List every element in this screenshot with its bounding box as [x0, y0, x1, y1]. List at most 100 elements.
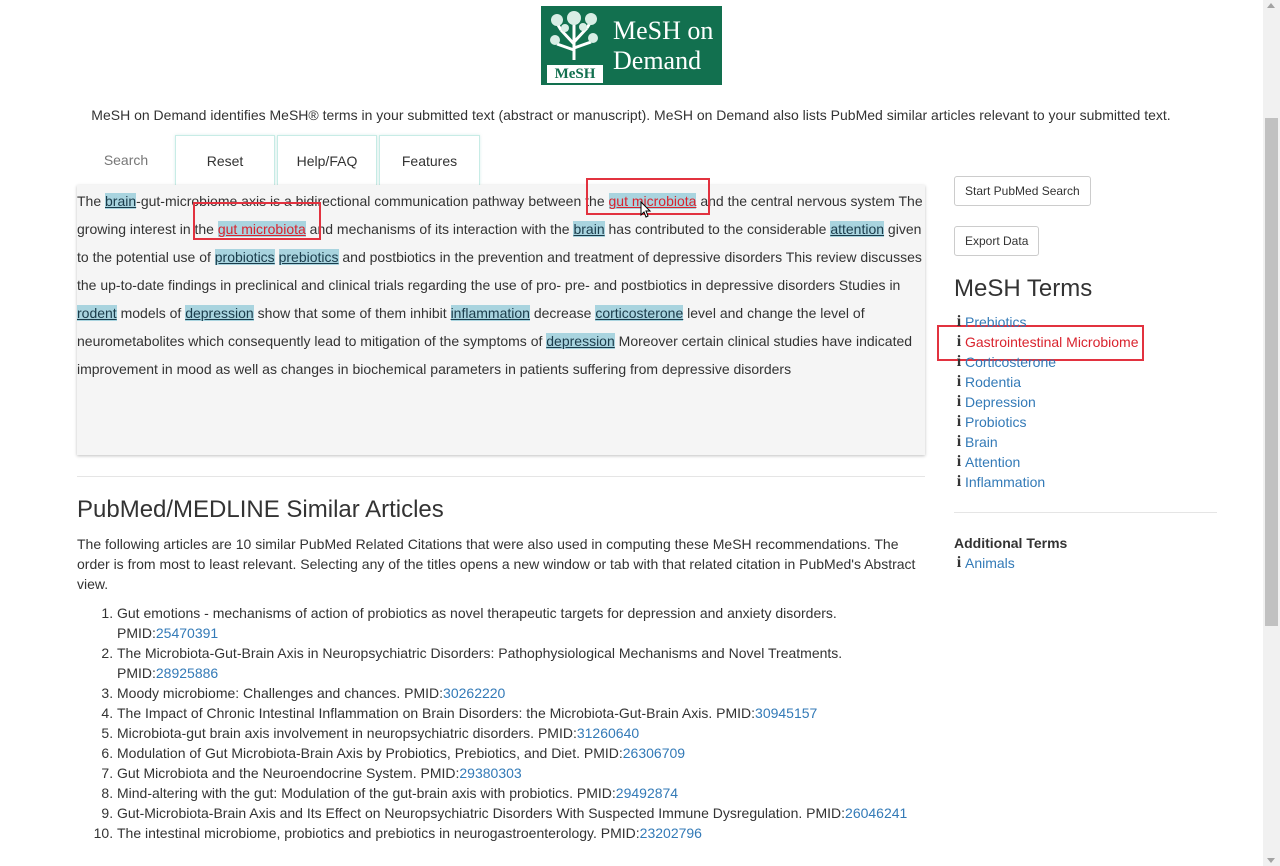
article-title[interactable]: The Microbiota-Gut-Brain Axis in Neurops…: [117, 645, 842, 661]
mesh-term-link[interactable]: Corticosterone: [965, 352, 1056, 372]
text-segment: [275, 249, 279, 265]
annotation-box-gut-microbiota-2: [193, 202, 321, 240]
additional-term-link[interactable]: Animals: [965, 553, 1015, 573]
scroll-down-arrow-icon[interactable]: [1267, 858, 1275, 863]
highlight-term[interactable]: depression: [546, 333, 615, 349]
article-title[interactable]: Gut emotions - mechanisms of action of p…: [117, 605, 837, 621]
article-title[interactable]: Gut-Microbiota-Brain Axis and Its Effect…: [117, 805, 802, 821]
action-tabs: Search Reset Help/FAQ Features: [77, 135, 482, 185]
highlight-term[interactable]: prebiotics: [278, 249, 339, 265]
export-data-button[interactable]: Export Data: [954, 226, 1040, 256]
mesh-term-item: i Brain: [954, 432, 1139, 452]
intro-text: MeSH on Demand identifies MeSH® terms in…: [91, 107, 1171, 123]
pmid-link[interactable]: 31260640: [577, 725, 639, 741]
info-icon[interactable]: i: [954, 332, 964, 352]
article-title[interactable]: Gut Microbiota and the Neuroendocrine Sy…: [117, 765, 417, 781]
highlight-term[interactable]: inflammation: [450, 305, 530, 321]
highlight-term[interactable]: probiotics: [214, 249, 275, 265]
pmid-link[interactable]: 25470391: [156, 625, 218, 641]
mesh-term-item: i Depression: [954, 392, 1139, 412]
pmid-link[interactable]: 28925886: [156, 665, 218, 681]
text-segment: has contributed to the considerable: [604, 221, 831, 237]
text-segment: models of: [116, 305, 186, 321]
article-title[interactable]: The intestinal microbiome, probiotics an…: [117, 825, 597, 841]
pmid-link[interactable]: 29380303: [459, 765, 521, 781]
info-icon[interactable]: i: [954, 412, 964, 432]
pmid-link[interactable]: 26046241: [845, 805, 907, 821]
text-segment: The: [77, 193, 106, 209]
mesh-term-link[interactable]: Attention: [965, 452, 1020, 472]
logo-text: MeSH on Demand: [605, 6, 713, 85]
pmid-link[interactable]: 30945157: [755, 705, 817, 721]
mesh-term-item: i Probiotics: [954, 412, 1139, 432]
text-segment: and mechanisms of its interaction with t…: [305, 221, 574, 237]
info-icon[interactable]: i: [954, 352, 964, 372]
article-title[interactable]: Mind-altering with the gut: Modulation o…: [117, 785, 573, 801]
tab-help-faq[interactable]: Help/FAQ: [277, 135, 377, 185]
mesh-term-link[interactable]: Inflammation: [965, 472, 1045, 492]
page-scrollbar[interactable]: [1263, 0, 1280, 866]
info-icon[interactable]: i: [954, 392, 964, 412]
mesh-term-link-selected[interactable]: Gastrointestinal Microbiome: [965, 332, 1139, 352]
list-item: The Impact of Chronic Intestinal Inflamm…: [117, 703, 917, 723]
list-item: Mind-altering with the gut: Modulation o…: [117, 783, 917, 803]
info-icon[interactable]: i: [954, 372, 964, 392]
mesh-on-demand-logo: MeSH MeSH on Demand: [541, 6, 722, 85]
mesh-term-item: i Rodentia: [954, 372, 1139, 392]
highlight-term[interactable]: brain: [105, 193, 137, 209]
article-title[interactable]: Moody microbiome: Challenges and chances…: [117, 685, 400, 701]
highlight-term[interactable]: brain: [573, 221, 605, 237]
highlight-term[interactable]: corticosterone: [595, 305, 684, 321]
pmid-label: PMID:: [420, 765, 460, 781]
pmid-label: PMID:: [117, 625, 156, 641]
scrollbar-thumb[interactable]: [1265, 118, 1278, 626]
mesh-term-link[interactable]: Depression: [965, 392, 1036, 412]
mesh-term-link[interactable]: Brain: [965, 432, 998, 452]
mouse-cursor-icon: [640, 201, 652, 218]
mesh-term-item: i Attention: [954, 452, 1139, 472]
info-icon[interactable]: i: [954, 432, 964, 452]
tab-features[interactable]: Features: [379, 135, 480, 185]
mesh-terms-title: MeSH Terms: [954, 275, 1093, 302]
tab-reset[interactable]: Reset: [175, 135, 275, 185]
mesh-terms-list: i Prebiotics i Gastrointestinal Microbiome…: [954, 312, 1139, 492]
text-segment: show that some of them inhibit: [253, 305, 451, 321]
highlight-term[interactable]: attention: [830, 221, 885, 237]
divider: [77, 476, 925, 477]
pmid-label: PMID:: [583, 745, 623, 761]
info-icon[interactable]: i: [954, 312, 964, 332]
pmid-label: PMID:: [537, 725, 577, 741]
pmid-label: PMID:: [117, 665, 156, 681]
pmid-link[interactable]: 30262220: [443, 685, 505, 701]
tree-logo-icon: MeSH: [541, 6, 605, 85]
similar-articles-list: Gut emotions - mechanisms of action of p…: [77, 603, 917, 843]
mesh-term-link[interactable]: Prebiotics: [965, 312, 1026, 332]
pmid-label: PMID:: [716, 705, 756, 721]
pmid-label: PMID:: [576, 785, 616, 801]
highlight-term[interactable]: rodent: [77, 305, 117, 321]
mesh-term-link[interactable]: Probiotics: [965, 412, 1026, 432]
pmid-link[interactable]: 23202796: [640, 825, 702, 841]
scroll-up-arrow-icon[interactable]: [1267, 3, 1275, 8]
info-icon[interactable]: i: [954, 472, 964, 492]
mesh-term-item: i Corticosterone: [954, 352, 1139, 372]
list-item: Microbiota-gut brain axis involvement in…: [117, 723, 917, 743]
pmid-link[interactable]: 29492874: [616, 785, 678, 801]
tab-search[interactable]: Search: [77, 135, 175, 185]
logo-mesh-tag: MeSH: [547, 65, 603, 83]
pmid-link[interactable]: 26306709: [623, 745, 685, 761]
start-pubmed-search-button[interactable]: Start PubMed Search: [954, 176, 1091, 206]
article-title[interactable]: The Impact of Chronic Intestinal Inflamm…: [117, 705, 712, 721]
mesh-term-link[interactable]: Rodentia: [965, 372, 1021, 392]
list-item: Gut emotions - mechanisms of action of p…: [117, 603, 917, 643]
list-item: The Microbiota-Gut-Brain Axis in Neurops…: [117, 643, 917, 683]
highlight-term[interactable]: depression: [185, 305, 254, 321]
article-title[interactable]: Microbiota-gut brain axis involvement in…: [117, 725, 534, 741]
info-icon[interactable]: i: [954, 452, 964, 472]
additional-terms-list: i Animals: [954, 553, 1015, 573]
additional-term-item: i Animals: [954, 553, 1015, 573]
info-icon[interactable]: i: [954, 553, 964, 573]
list-item: The intestinal microbiome, probiotics an…: [117, 823, 917, 843]
mesh-term-item: i Gastrointestinal Microbiome: [954, 332, 1139, 352]
article-title[interactable]: Modulation of Gut Microbiota-Brain Axis …: [117, 745, 580, 761]
